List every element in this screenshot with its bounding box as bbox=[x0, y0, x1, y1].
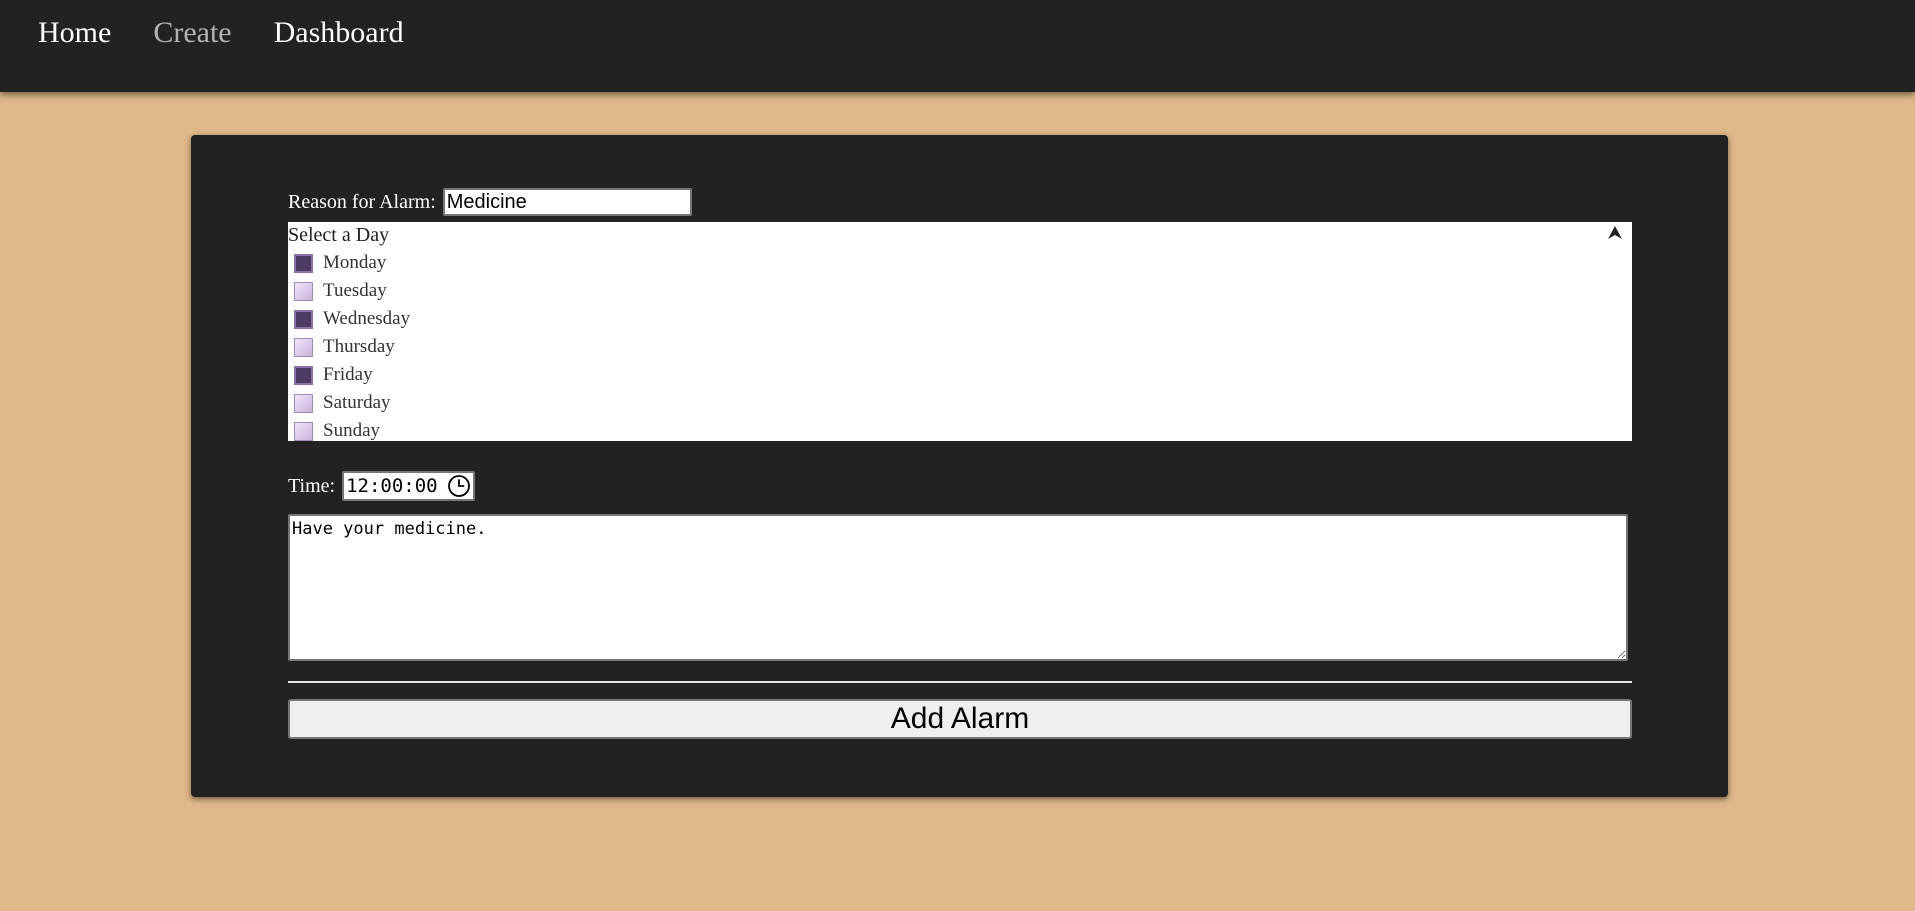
day-label-tuesday: Tuesday bbox=[323, 280, 387, 301]
day-checkbox-sunday[interactable] bbox=[294, 421, 313, 441]
day-label-thursday: Thursday bbox=[323, 336, 395, 357]
day-label-saturday: Saturday bbox=[323, 392, 391, 413]
time-value[interactable]: 12:00:00 bbox=[346, 475, 447, 497]
day-list: Monday Tuesday Wednesday Thursday Friday… bbox=[294, 249, 410, 441]
reason-row: Reason for Alarm: bbox=[288, 188, 692, 216]
day-item-saturday[interactable]: Saturday bbox=[294, 389, 410, 417]
nav-home-link[interactable]: Home bbox=[38, 14, 111, 52]
add-alarm-button[interactable]: Add Alarm bbox=[288, 699, 1632, 739]
day-checkbox-wednesday[interactable] bbox=[294, 309, 313, 329]
day-checkbox-thursday[interactable] bbox=[294, 337, 313, 357]
day-select-box: Select a Day Monday Tuesday Wednesday Th… bbox=[288, 222, 1632, 441]
day-label-monday: Monday bbox=[323, 252, 387, 273]
day-item-friday[interactable]: Friday bbox=[294, 361, 410, 389]
time-row: Time: 12:00:00 bbox=[288, 471, 476, 501]
nav-create-link[interactable]: Create bbox=[153, 14, 231, 52]
day-checkbox-friday[interactable] bbox=[294, 365, 313, 385]
day-label-wednesday: Wednesday bbox=[323, 308, 411, 329]
create-alarm-card: Reason for Alarm: Select a Day Monday Tu… bbox=[191, 135, 1728, 797]
reason-label: Reason for Alarm: bbox=[288, 190, 436, 213]
day-label-friday: Friday bbox=[323, 364, 373, 385]
day-item-monday[interactable]: Monday bbox=[294, 249, 410, 277]
day-item-tuesday[interactable]: Tuesday bbox=[294, 277, 410, 305]
reason-input[interactable] bbox=[442, 188, 692, 216]
nav-dashboard-link[interactable]: Dashboard bbox=[274, 14, 404, 52]
clock-icon[interactable] bbox=[447, 474, 471, 498]
day-checkbox-monday[interactable] bbox=[294, 253, 313, 273]
day-checkbox-tuesday[interactable] bbox=[294, 281, 313, 301]
day-checkbox-saturday[interactable] bbox=[294, 393, 313, 413]
day-item-sunday[interactable]: Sunday bbox=[294, 417, 410, 441]
day-select-title: Select a Day bbox=[288, 224, 390, 246]
alarm-message-textarea[interactable]: Have your medicine. bbox=[288, 514, 1628, 661]
time-input[interactable]: 12:00:00 bbox=[342, 471, 476, 501]
top-navbar: Home Create Dashboard bbox=[0, 0, 1915, 92]
time-label: Time: bbox=[288, 474, 336, 497]
day-item-wednesday[interactable]: Wednesday bbox=[294, 305, 410, 333]
arrow-up-icon[interactable] bbox=[1606, 224, 1624, 242]
form-divider bbox=[288, 681, 1632, 683]
day-item-thursday[interactable]: Thursday bbox=[294, 333, 410, 361]
day-label-sunday: Sunday bbox=[323, 420, 380, 441]
